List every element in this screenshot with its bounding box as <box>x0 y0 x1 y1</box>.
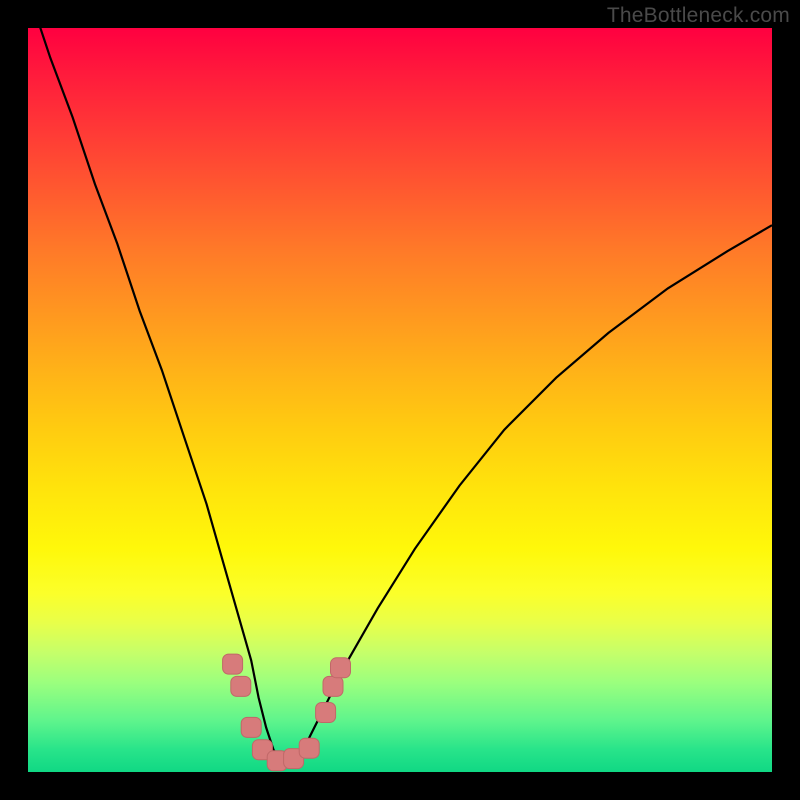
trough-marker-group <box>223 654 351 771</box>
trough-marker <box>323 676 343 696</box>
trough-marker <box>316 703 336 723</box>
chart-frame: TheBottleneck.com <box>0 0 800 800</box>
watermark-label: TheBottleneck.com <box>607 4 790 28</box>
trough-marker <box>223 654 243 674</box>
chart-plot-area <box>28 28 772 772</box>
bottleneck-curve <box>28 0 772 765</box>
trough-marker <box>241 717 261 737</box>
trough-marker <box>231 676 251 696</box>
chart-svg <box>28 28 772 772</box>
trough-marker <box>331 658 351 678</box>
trough-marker <box>299 738 319 758</box>
